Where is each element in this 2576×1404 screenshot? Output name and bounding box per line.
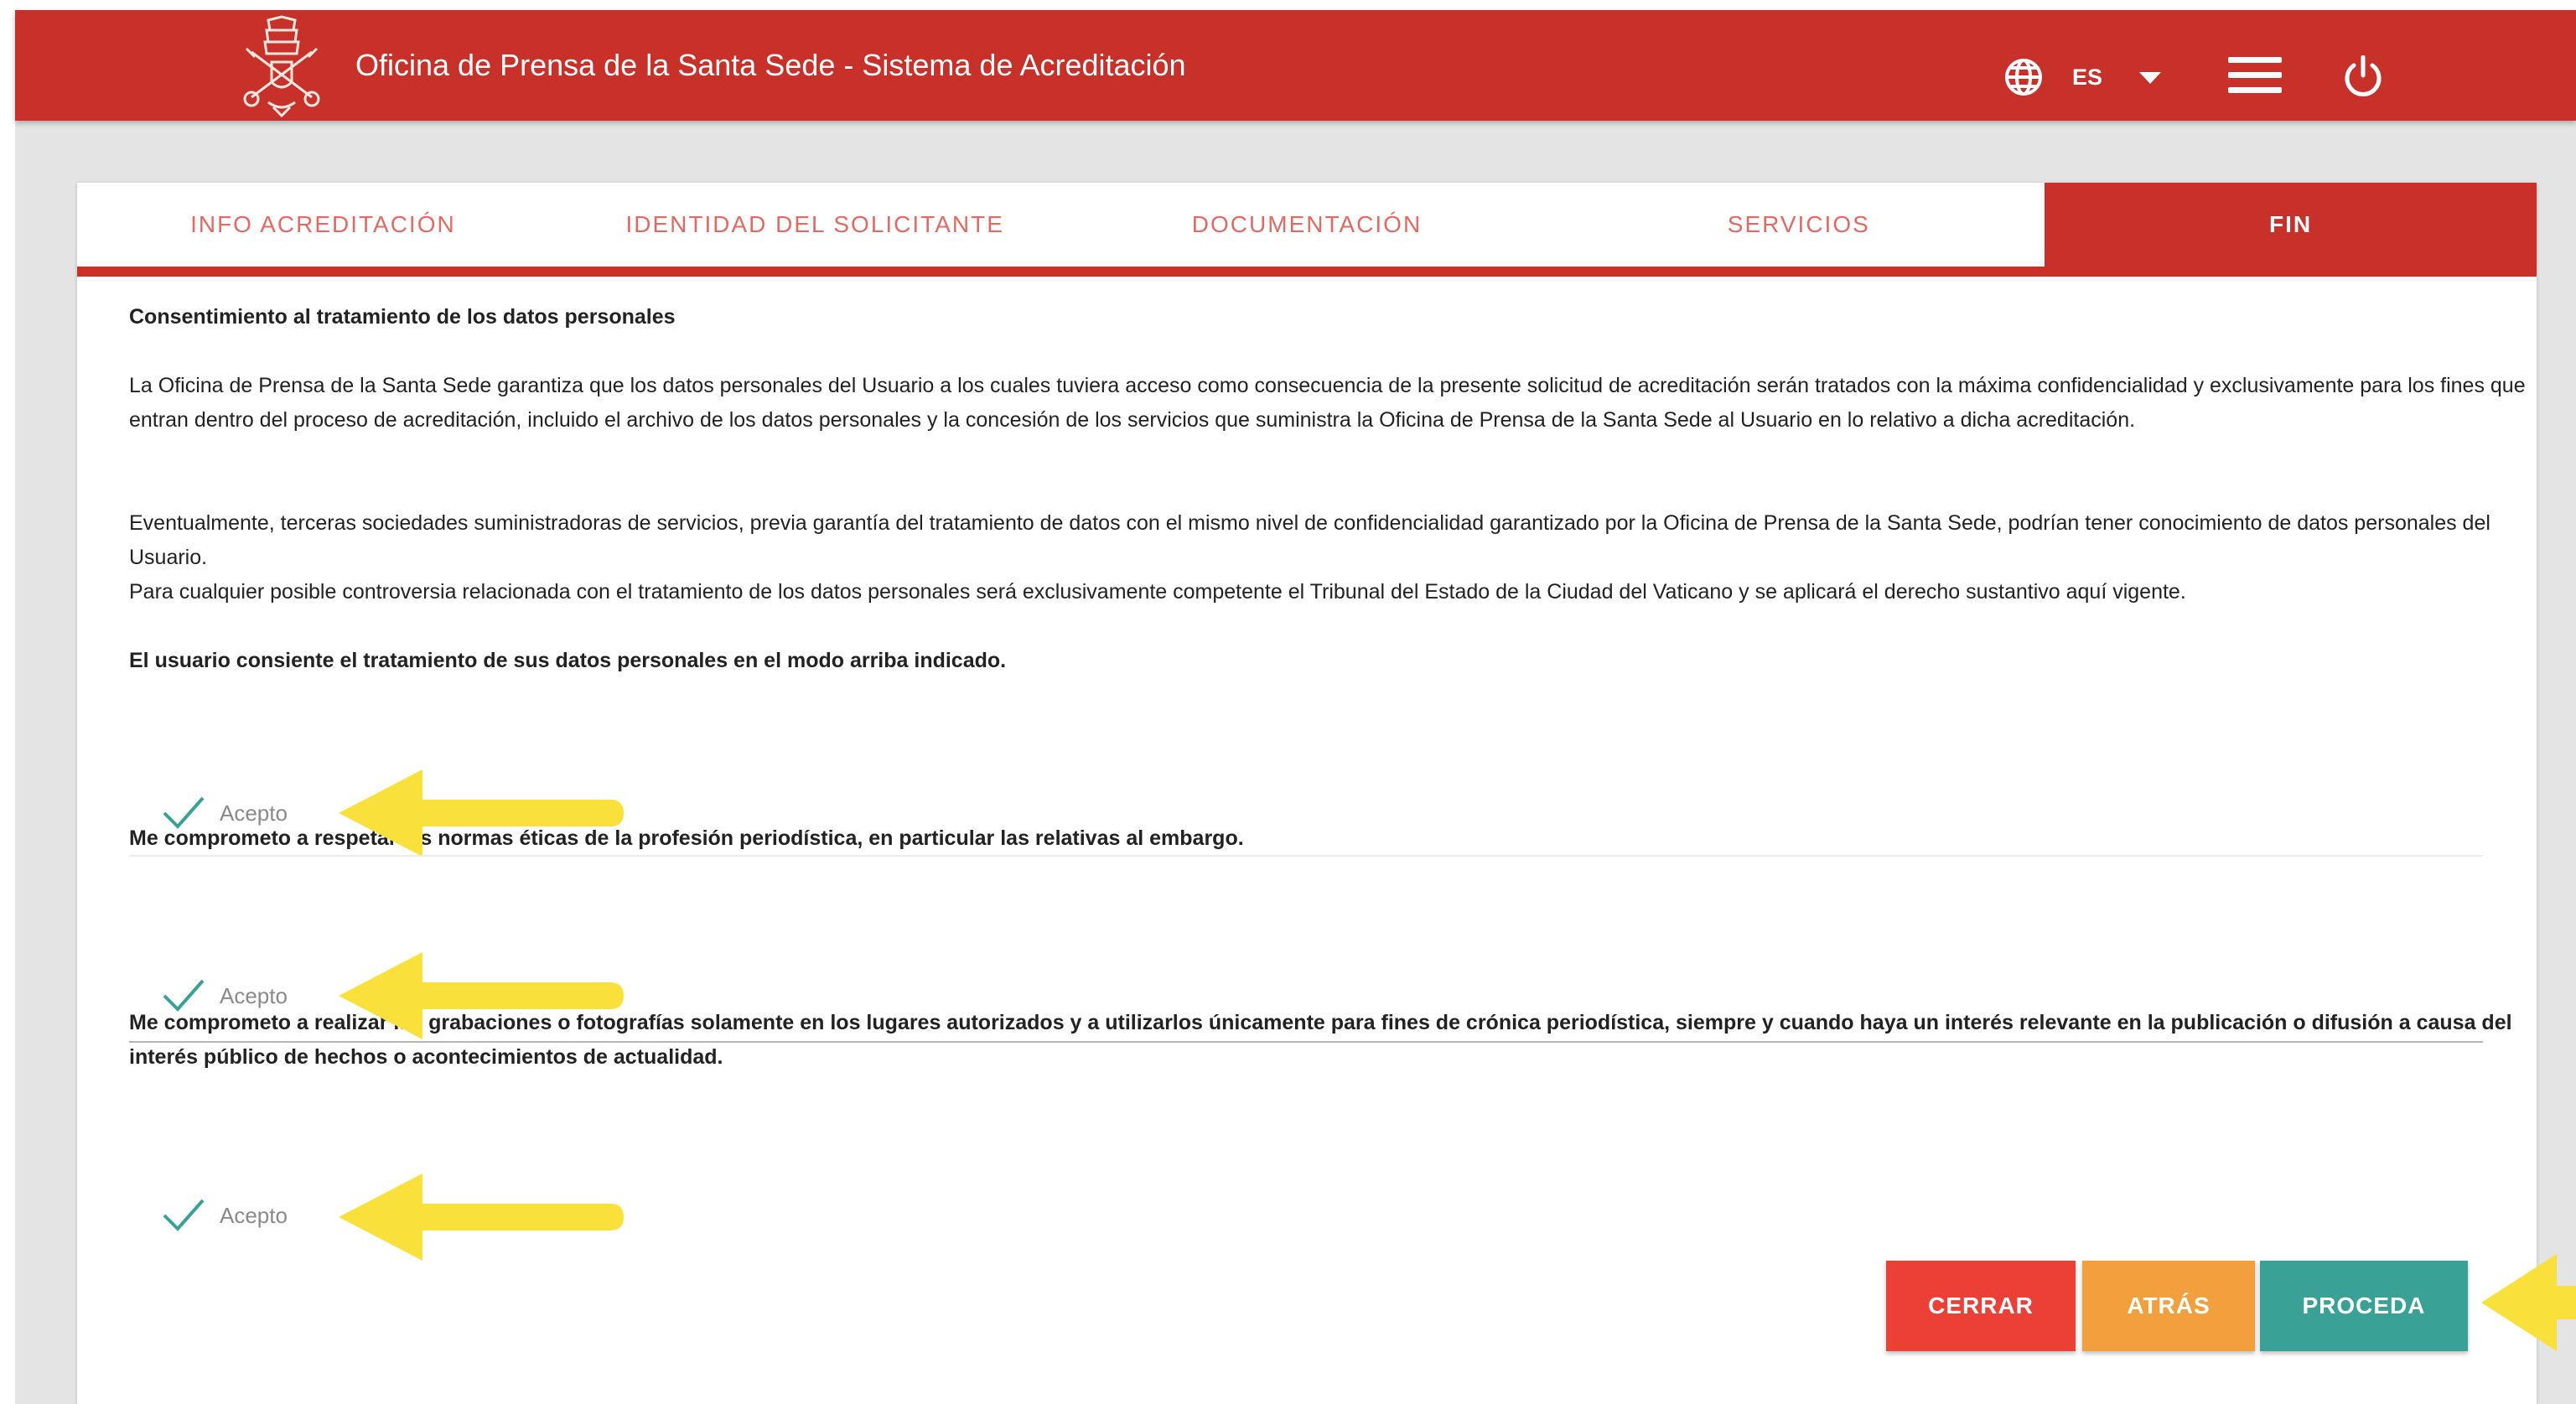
accept-label: Acepto [220, 800, 288, 826]
back-button[interactable]: ATRÁS [2082, 1261, 2255, 1351]
tabs-underline [77, 267, 2537, 277]
papal-emblem-logo [243, 15, 320, 117]
tab-fin[interactable]: FIN [2045, 183, 2537, 267]
annotation-arrow-left-icon [339, 769, 624, 857]
menu-icon[interactable] [2228, 55, 2282, 96]
section-divider [129, 855, 2483, 857]
step-tabs: INFO ACREDITACIÓN IDENTIDAD DEL SOLICITA… [77, 183, 2537, 267]
app-title: Oficina de Prensa de la Santa Sede - Sis… [355, 48, 1186, 82]
ethics-statement: Me comprometo a respetar las normas étic… [129, 826, 1244, 850]
top-bar: Oficina de Prensa de la Santa Sede - Sis… [15, 10, 2576, 121]
annotation-arrow-left-icon [339, 952, 624, 1039]
tab-servicios[interactable]: SERVICIOS [1552, 183, 2045, 267]
tab-documentacion[interactable]: DOCUMENTACIÓN [1061, 183, 1553, 267]
accept-label: Acepto [220, 983, 288, 1008]
language-selector[interactable]: ES [2072, 10, 2102, 121]
tab-identidad-del-solicitante[interactable]: IDENTIDAD DEL SOLICITANTE [569, 183, 1061, 267]
annotation-arrow-left-icon [339, 1173, 624, 1261]
consent-paragraph-1: La Oficina de Prensa de la Santa Sede ga… [129, 374, 2526, 432]
checkmark-icon [163, 979, 205, 1012]
checkmark-icon [163, 796, 205, 829]
globe-icon[interactable] [2003, 57, 2044, 97]
consent-statement: El usuario consiente el tratamiento de s… [129, 649, 1007, 672]
section-divider [129, 1041, 2483, 1043]
checkmark-icon [163, 1199, 205, 1231]
power-icon[interactable] [2342, 55, 2384, 99]
accept-label: Acepto [220, 1203, 288, 1228]
accreditation-card: INFO ACREDITACIÓN IDENTIDAD DEL SOLICITA… [77, 183, 2537, 1404]
tab-info-acreditacion[interactable]: INFO ACREDITACIÓN [77, 183, 569, 267]
caret-down-icon[interactable] [2139, 72, 2161, 84]
consent-heading: Consentimiento al tratamiento de los dat… [129, 305, 676, 329]
close-button[interactable]: CERRAR [1886, 1261, 2076, 1351]
consent-paragraph-2: Eventualmente, terceras sociedades sumin… [129, 511, 2490, 569]
consent-paragraph-3: Para cualquier posible controversia rela… [129, 580, 2186, 604]
annotation-arrow-left-icon [2481, 1254, 2576, 1351]
proceed-button[interactable]: PROCEDA [2260, 1261, 2468, 1351]
